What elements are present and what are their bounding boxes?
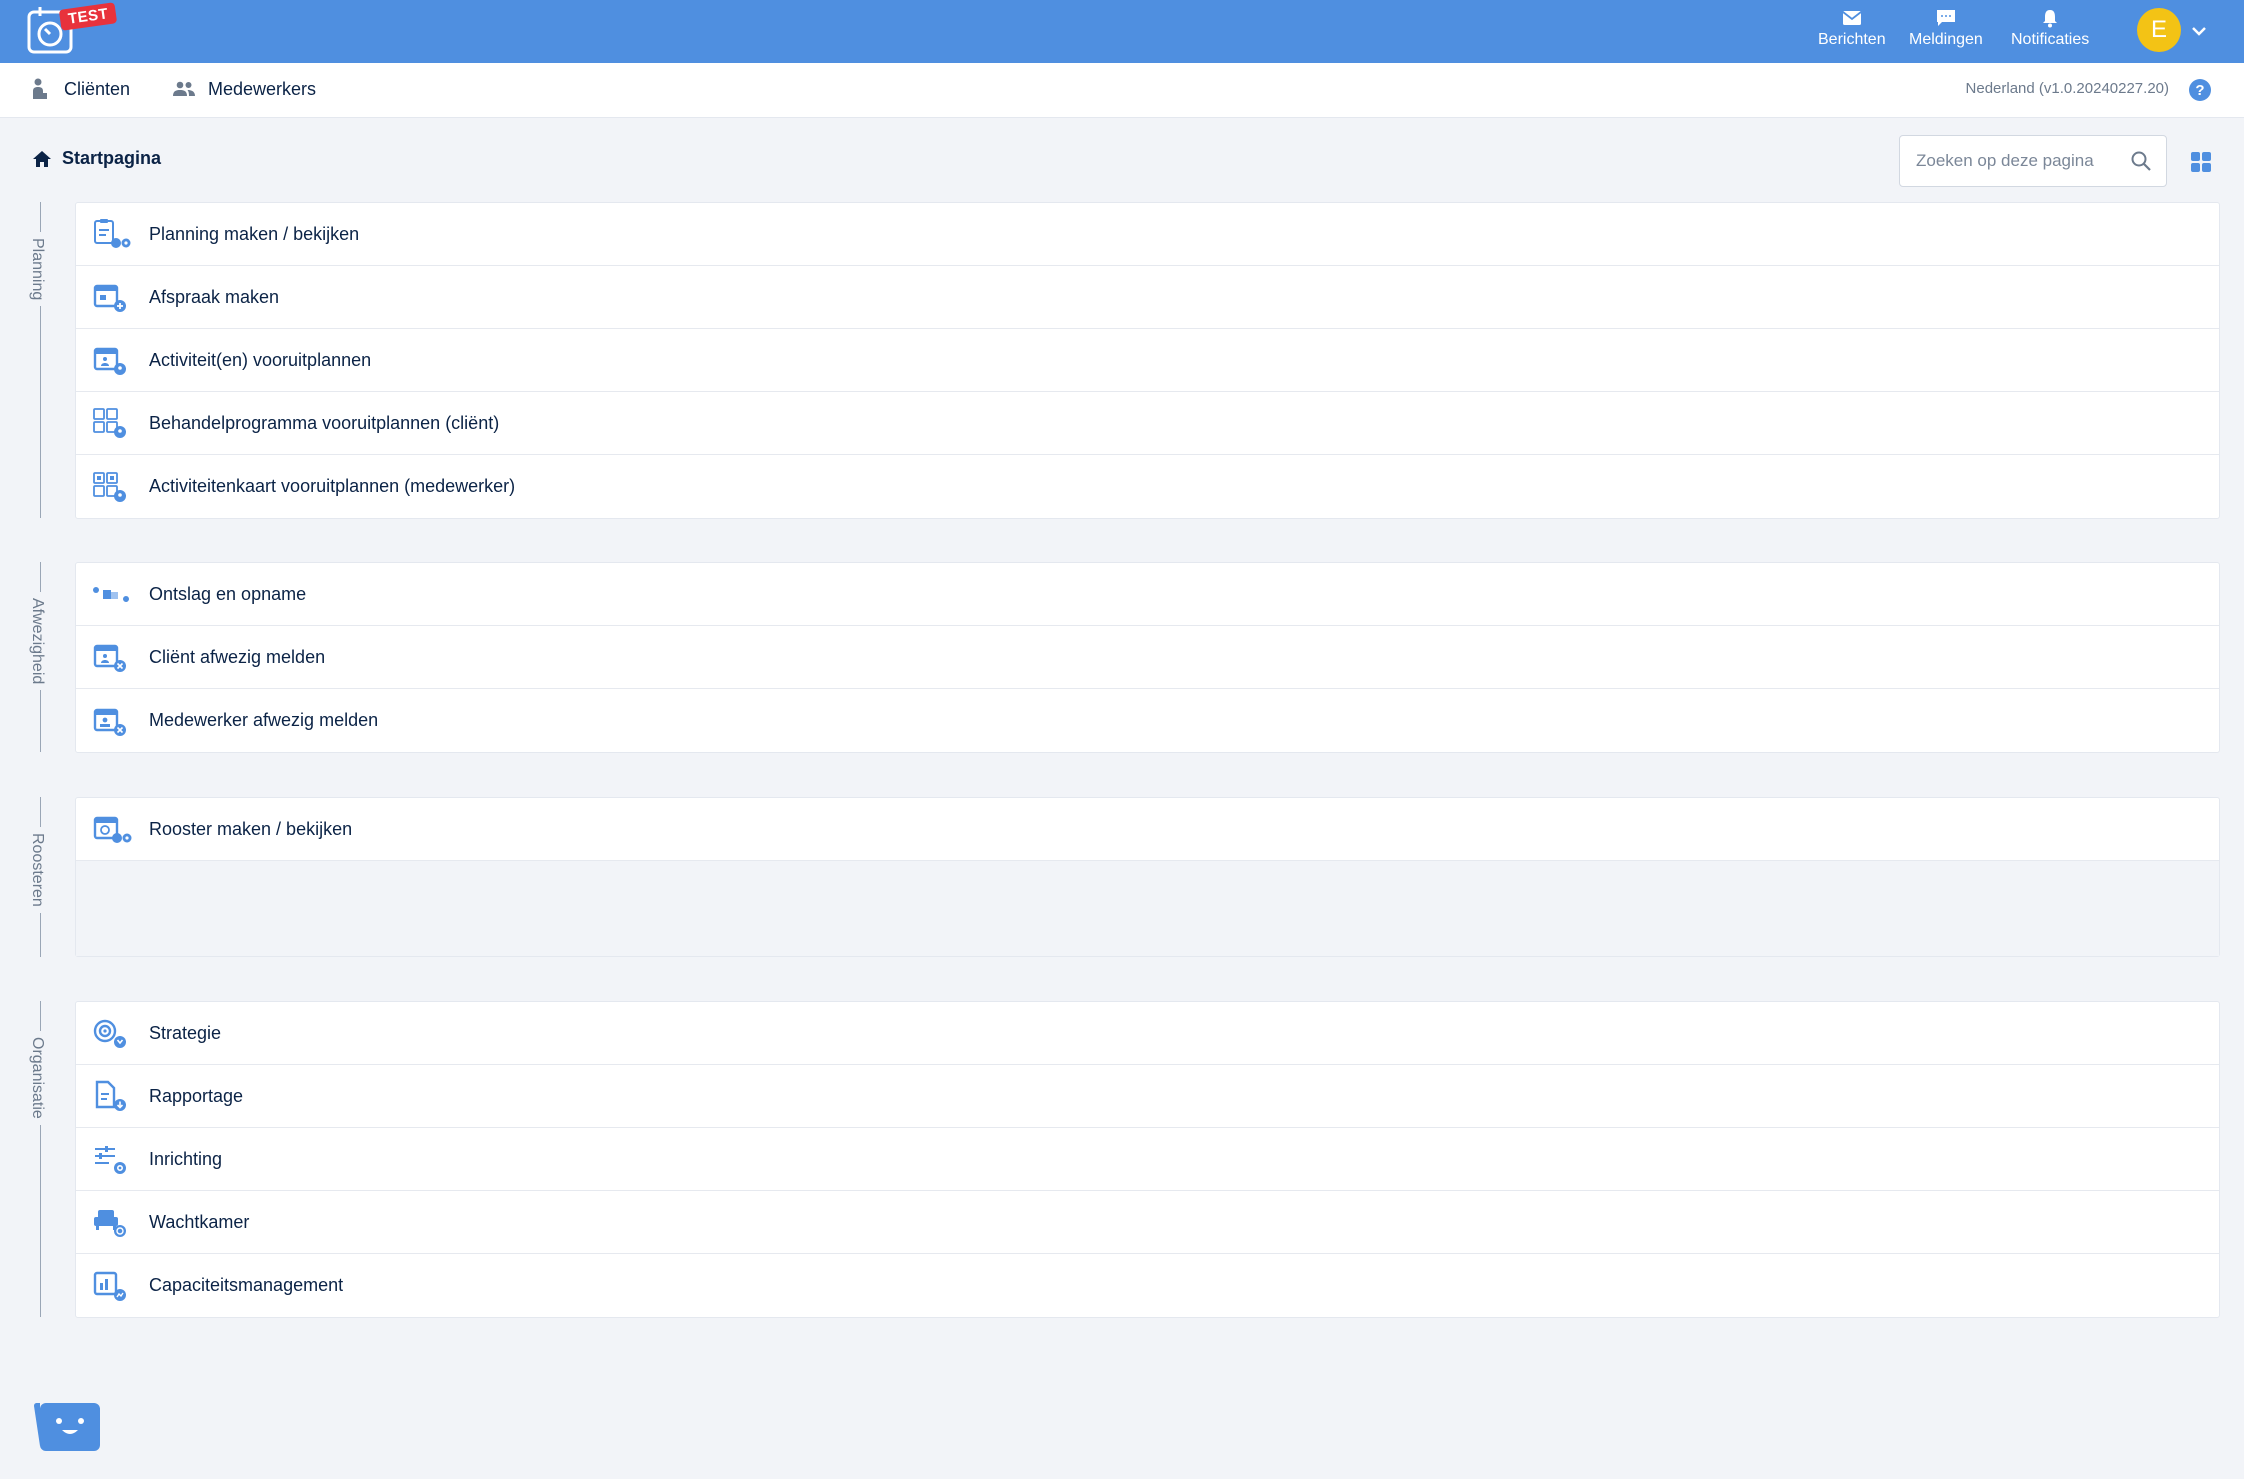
menu-item-label: Behandelprogramma vooruitplannen (cliënt…: [149, 412, 500, 433]
strategy-icon: [93, 1019, 126, 1048]
messages-button[interactable]: Berichten: [1818, 8, 1886, 49]
menu-item-label: Cliënt afwezig melden: [149, 646, 326, 667]
svg-text:?: ?: [2195, 82, 2204, 99]
search-box: [1899, 135, 2167, 187]
chevron-down-icon[interactable]: [2188, 20, 2210, 42]
menu-item-medewerker-afwezig[interactable]: Medewerker afwezig melden: [76, 689, 2219, 752]
menu-item-label: Capaciteitsmanagement: [149, 1275, 344, 1295]
menu-item-label: Strategie: [149, 1022, 222, 1043]
discharge-admission-icon: [93, 587, 129, 602]
calendar-add-icon: [93, 284, 126, 312]
section-title-afwezigheid: Afwezigheid: [28, 592, 46, 691]
section-card-afwezigheid: Ontslag en opname Cliënt afwezig melden …: [75, 562, 2220, 753]
empty-area: [76, 861, 2219, 956]
client-icon: [33, 78, 47, 99]
menu-item-wachtkamer[interactable]: Wachtkamer: [76, 1191, 2219, 1254]
menu-item-client-afwezig[interactable]: Cliënt afwezig melden: [76, 626, 2219, 689]
nav-item-clienten[interactable]: Cliënten: [28, 77, 130, 101]
planning-view-icon: [94, 219, 131, 248]
section-title-organisatie: Organisatie: [28, 1031, 46, 1125]
menu-item-label: Activiteitenkaart vooruitplannen (medewe…: [149, 476, 516, 496]
grid-view-icon[interactable]: [2190, 151, 2212, 173]
section-title-planning: Planning: [28, 232, 46, 307]
section-card-roosteren: Rooster maken / bekijken: [75, 797, 2220, 957]
nav-clienten-label: Cliënten: [64, 78, 131, 99]
menu-item-label: Inrichting: [149, 1148, 223, 1169]
section-title-roosteren: Roosteren: [28, 827, 46, 913]
app-logo[interactable]: TEST: [26, 2, 118, 56]
menu-item-afspraak-maken[interactable]: Afspraak maken: [76, 266, 2219, 329]
menu-item-label: Afspraak maken: [149, 286, 280, 307]
notificaties-label: Notificaties: [2011, 31, 2090, 48]
calendar-person-icon: [93, 347, 126, 375]
menu-item-label: Medewerker afwezig melden: [149, 710, 379, 730]
menu-item-strategie[interactable]: Strategie: [76, 1002, 2219, 1065]
meldingen-label: Meldingen: [1909, 31, 1983, 48]
main-nav: Cliënten Medewerkers Nederland (v1.0.202…: [0, 63, 2244, 118]
menu-item-rapportage[interactable]: Rapportage: [76, 1065, 2219, 1128]
menu-item-behandelprogramma[interactable]: Behandelprogramma vooruitplannen (cliënt…: [76, 392, 2219, 455]
capacity-chart-icon: [93, 1271, 126, 1301]
breadcrumb: Startpagina: [32, 148, 161, 169]
search-icon[interactable]: [2130, 150, 2152, 172]
menu-item-label: Ontslag en opname: [149, 583, 307, 604]
waiting-room-icon: [94, 1210, 126, 1237]
notifications-chat-button[interactable]: Meldingen: [1909, 8, 1983, 49]
nav-medewerkers-label: Medewerkers: [208, 78, 317, 99]
program-grid-icon: [93, 408, 126, 438]
activity-card-icon: [93, 471, 126, 502]
employee-absent-icon: [93, 708, 126, 736]
bell-icon: [2043, 10, 2058, 28]
menu-item-inrichting[interactable]: Inrichting: [76, 1128, 2219, 1191]
help-icon[interactable]: ?: [2188, 78, 2212, 102]
nav-item-medewerkers[interactable]: Medewerkers: [172, 77, 316, 101]
menu-item-rooster[interactable]: Rooster maken / bekijken: [76, 798, 2219, 861]
top-bar: TEST Berichten Meldingen Notificaties E: [0, 0, 2244, 63]
menu-item-label: Planning maken / bekijken: [149, 223, 360, 244]
employees-icon: [173, 81, 195, 96]
menu-item-capaciteitsmanagement[interactable]: Capaciteitsmanagement: [76, 1254, 2219, 1317]
menu-item-activiteiten-vooruitplannen[interactable]: Activiteit(en) vooruitplannen: [76, 329, 2219, 392]
menu-item-label: Wachtkamer: [149, 1211, 250, 1232]
report-icon: [95, 1080, 126, 1111]
chatbot-icon[interactable]: [32, 1402, 102, 1454]
mail-icon: [1842, 11, 1862, 25]
chat-icon: [1936, 10, 1955, 26]
avatar[interactable]: E: [2137, 8, 2181, 52]
page-title: Startpagina: [62, 148, 162, 168]
section-card-organisatie: Strategie Rapportage Inrichting Wachtkam…: [75, 1001, 2220, 1318]
menu-item-label: Rapportage: [149, 1085, 244, 1106]
notificaties-button[interactable]: Notificaties: [2011, 8, 2089, 49]
menu-item-planning-maken[interactable]: Planning maken / bekijken: [76, 203, 2219, 266]
settings-sliders-icon: [95, 1146, 126, 1174]
messages-label: Berichten: [1818, 31, 1886, 48]
client-absent-icon: [93, 644, 126, 672]
menu-item-label: Activiteit(en) vooruitplannen: [149, 349, 372, 370]
menu-item-ontslag-opname[interactable]: Ontslag en opname: [76, 563, 2219, 626]
menu-item-activiteitenkaart[interactable]: Activiteitenkaart vooruitplannen (medewe…: [76, 455, 2219, 518]
roster-icon: [93, 816, 132, 843]
version-text: Nederland (v1.0.20240227.20): [1965, 80, 2169, 97]
home-icon[interactable]: [32, 149, 52, 169]
menu-item-label: Rooster maken / bekijken: [149, 818, 353, 839]
section-card-planning: Planning maken / bekijken Afspraak maken…: [75, 202, 2220, 519]
search-input[interactable]: [1900, 136, 2126, 186]
